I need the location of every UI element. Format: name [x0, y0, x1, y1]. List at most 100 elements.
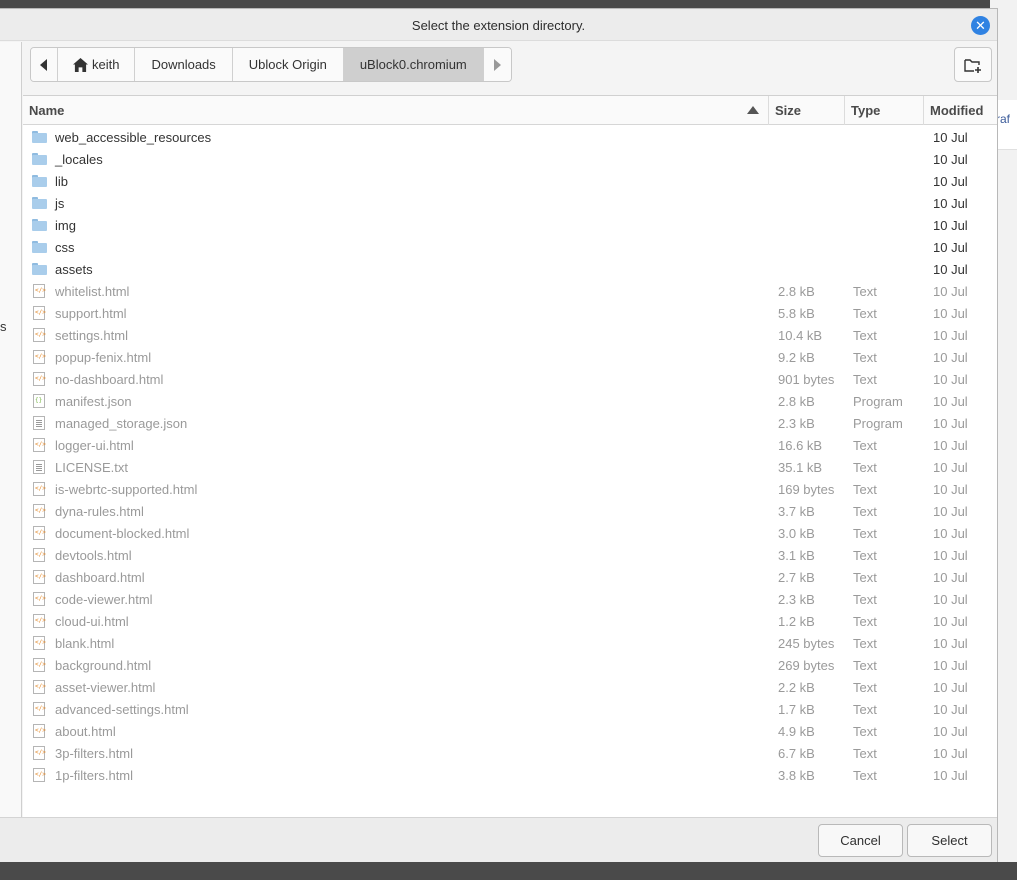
path-item-label: Ublock Origin: [248, 57, 327, 72]
file-row[interactable]: </> 1p-filters.html 3.8 kB Text 10 Jul: [23, 764, 997, 786]
file-row[interactable]: {} manifest.json 2.8 kB Program 10 Jul: [23, 390, 997, 412]
file-name: css: [55, 240, 75, 255]
folder-icon: [32, 174, 47, 188]
html-file-icon: </>: [32, 438, 47, 452]
background-window-text: raf: [996, 112, 1011, 126]
file-row[interactable]: </> popup-fenix.html 9.2 kB Text 10 Jul: [23, 346, 997, 368]
file-size: 16.6 kB: [778, 438, 823, 453]
sort-ascending-icon: [747, 106, 759, 114]
column-header-type[interactable]: Type: [845, 96, 924, 125]
file-row[interactable]: </> document-blocked.html 3.0 kB Text 10 Jul: [23, 522, 997, 544]
path-item-downloads[interactable]: Downloads: [135, 48, 233, 81]
create-folder-button[interactable]: [954, 47, 992, 82]
file-row[interactable]: LICENSE.txt 35.1 kB Text 10 Jul: [23, 456, 997, 478]
file-name: code-viewer.html: [55, 592, 153, 607]
file-row[interactable]: </> no-dashboard.html 901 bytes Text 10 Jul: [23, 368, 997, 390]
dialog-titlebar: Select the extension directory. ✕: [0, 9, 997, 41]
file-modified: 10 Jul: [933, 350, 968, 365]
file-modified: 10 Jul: [933, 504, 968, 519]
file-row[interactable]: </> background.html 269 bytes Text 10 Jul: [23, 654, 997, 676]
folder-row[interactable]: css 10 Jul: [23, 236, 997, 258]
column-header-modified[interactable]: Modified: [924, 96, 997, 125]
file-type: Text: [853, 548, 877, 563]
folder-row[interactable]: js 10 Jul: [23, 192, 997, 214]
file-size: 5.8 kB: [778, 306, 815, 321]
new-folder-icon: [964, 58, 981, 73]
file-size: 6.7 kB: [778, 746, 815, 761]
file-row[interactable]: </> dashboard.html 2.7 kB Text 10 Jul: [23, 566, 997, 588]
file-row[interactable]: </> asset-viewer.html 2.2 kB Text 10 Jul: [23, 676, 997, 698]
folder-icon: [32, 130, 47, 144]
select-button[interactable]: Select: [907, 824, 992, 857]
folder-row[interactable]: assets 10 Jul: [23, 258, 997, 280]
file-row[interactable]: </> advanced-settings.html 1.7 kB Text 10 Ju…: [23, 698, 997, 720]
folder-icon: [32, 262, 47, 276]
html-file-icon: </>: [32, 702, 47, 716]
file-name: is-webrtc-supported.html: [55, 482, 198, 497]
chevron-right-icon: [494, 58, 502, 71]
file-row[interactable]: managed_storage.json 2.3 kB Program 10 Jul: [23, 412, 997, 434]
file-modified: 10 Jul: [933, 548, 968, 563]
file-modified: 10 Jul: [933, 218, 968, 233]
html-file-icon: </>: [32, 570, 47, 584]
cancel-button[interactable]: Cancel: [818, 824, 903, 857]
file-type: Text: [853, 350, 877, 365]
html-file-icon: </>: [32, 306, 47, 320]
file-size: 245 bytes: [778, 636, 835, 651]
file-modified: 10 Jul: [933, 306, 968, 321]
folder-row[interactable]: img 10 Jul: [23, 214, 997, 236]
file-size: 2.8 kB: [778, 394, 815, 409]
file-row[interactable]: </> dyna-rules.html 3.7 kB Text 10 Jul: [23, 500, 997, 522]
file-row[interactable]: </> blank.html 245 bytes Text 10 Jul: [23, 632, 997, 654]
html-file-icon: </>: [32, 482, 47, 496]
file-name: background.html: [55, 658, 152, 673]
file-row[interactable]: </> whitelist.html 2.8 kB Text 10 Jul: [23, 280, 997, 302]
file-type: Text: [853, 614, 877, 629]
file-row[interactable]: </> devtools.html 3.1 kB Text 10 Jul: [23, 544, 997, 566]
file-name: about.html: [55, 724, 116, 739]
html-file-icon: </>: [32, 328, 47, 342]
file-size: 901 bytes: [778, 372, 835, 387]
file-modified: 10 Jul: [933, 614, 968, 629]
file-modified: 10 Jul: [933, 482, 968, 497]
path-item-current[interactable]: uBlock0.chromium: [343, 48, 484, 81]
column-header-name[interactable]: Name: [23, 96, 769, 125]
path-item-home[interactable]: keith: [58, 48, 136, 81]
file-type: Text: [853, 724, 877, 739]
file-row[interactable]: </> support.html 5.8 kB Text 10 Jul: [23, 302, 997, 324]
file-type: Text: [853, 526, 877, 541]
path-forward-button[interactable]: [483, 48, 511, 81]
html-file-icon: </>: [32, 636, 47, 650]
file-size: 10.4 kB: [778, 328, 823, 343]
folder-icon: [32, 152, 47, 166]
file-name: settings.html: [55, 328, 128, 343]
json-file-icon: {}: [32, 394, 47, 408]
file-row[interactable]: </> logger-ui.html 16.6 kB Text 10 Jul: [23, 434, 997, 456]
file-modified: 10 Jul: [933, 746, 968, 761]
sidebar-item-partial[interactable]: s: [0, 319, 7, 334]
file-modified: 10 Jul: [933, 262, 968, 277]
file-size: 269 bytes: [778, 658, 835, 673]
file-type: Text: [853, 636, 877, 651]
file-row[interactable]: </> cloud-ui.html 1.2 kB Text 10 Jul: [23, 610, 997, 632]
folder-row[interactable]: lib 10 Jul: [23, 170, 997, 192]
file-name: assets: [55, 262, 93, 277]
path-item-ublock-origin[interactable]: Ublock Origin: [232, 48, 344, 81]
folder-row[interactable]: _locales 10 Jul: [23, 148, 997, 170]
file-type: Text: [853, 504, 877, 519]
file-row[interactable]: </> about.html 4.9 kB Text 10 Jul: [23, 720, 997, 742]
file-row[interactable]: </> 3p-filters.html 6.7 kB Text 10 Jul: [23, 742, 997, 764]
places-sidebar[interactable]: s: [0, 42, 22, 817]
close-button[interactable]: ✕: [971, 16, 990, 35]
file-name: _locales: [55, 152, 103, 167]
close-icon: ✕: [975, 18, 986, 33]
file-row[interactable]: </> code-viewer.html 2.3 kB Text 10 Jul: [23, 588, 997, 610]
file-row[interactable]: </> is-webrtc-supported.html 169 bytes Text…: [23, 478, 997, 500]
path-back-button[interactable]: [31, 48, 58, 81]
folder-row[interactable]: web_accessible_resources 10 Jul: [23, 126, 997, 148]
file-row[interactable]: </> settings.html 10.4 kB Text 10 Jul: [23, 324, 997, 346]
file-modified: 10 Jul: [933, 394, 968, 409]
column-header-size[interactable]: Size: [769, 96, 845, 125]
file-list[interactable]: Name Size Type Modified web_accessible_r…: [23, 95, 997, 817]
file-size: 1.7 kB: [778, 702, 815, 717]
